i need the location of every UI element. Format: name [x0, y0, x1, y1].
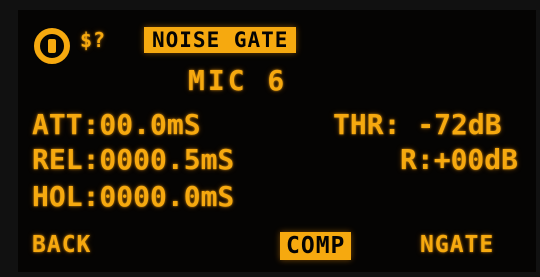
channel-label: MIC 6 — [188, 64, 288, 97]
ratio-param[interactable]: R:+00dB — [400, 143, 518, 176]
comp-button[interactable]: COMP — [280, 232, 352, 260]
release-param[interactable]: REL:0000.5mS — [32, 143, 234, 176]
status-flag: $? — [80, 28, 107, 52]
ngate-button[interactable]: NGATE — [420, 232, 494, 258]
oled-screen: $? NOISE GATE MIC 6 ATT:00.0mS THR: -72d… — [18, 10, 536, 272]
hold-param[interactable]: HOL:0000.0mS — [32, 180, 234, 213]
threshold-param[interactable]: THR: -72dB — [333, 108, 502, 141]
back-button[interactable]: BACK — [32, 232, 91, 258]
page-title: NOISE GATE — [144, 27, 297, 53]
attack-param[interactable]: ATT:00.0mS — [32, 108, 201, 141]
power-icon[interactable] — [32, 26, 72, 66]
display-bezel: $? NOISE GATE MIC 6 ATT:00.0mS THR: -72d… — [0, 0, 540, 277]
